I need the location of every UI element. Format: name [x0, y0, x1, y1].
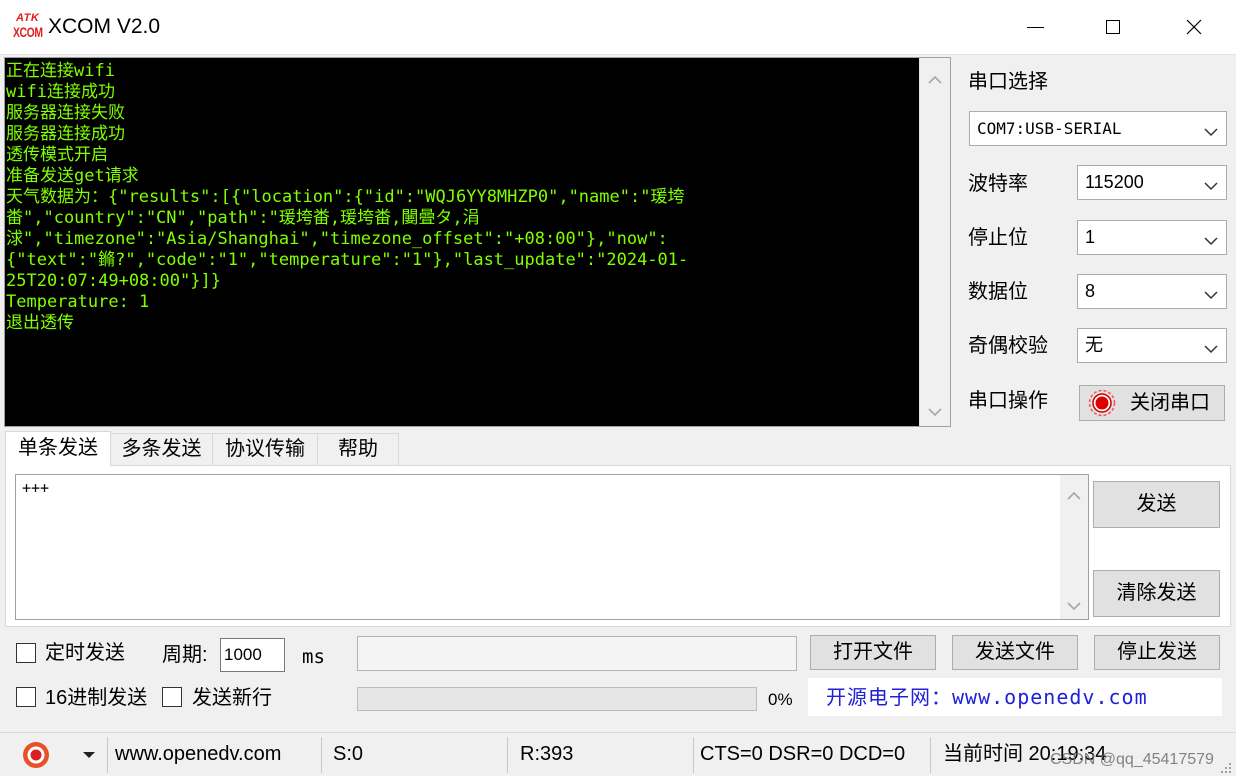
scroll-down-icon[interactable] [1067, 598, 1081, 611]
file-path-field[interactable] [357, 636, 797, 671]
maximize-icon [1106, 20, 1120, 34]
minimize-button[interactable] [1000, 0, 1070, 54]
stop-bits-label: 停止位 [968, 227, 1028, 249]
website-banner-text: 开源电子网：www.openedv.com [826, 685, 1148, 709]
status-url[interactable]: www.openedv.com [115, 742, 281, 766]
sent-count: S:0 [333, 743, 364, 765]
tab-single-send[interactable]: 单条发送 [5, 431, 111, 466]
clear-send-button[interactable]: 清除发送 [1093, 570, 1220, 617]
open-file-button[interactable]: 打开文件 [810, 635, 936, 670]
port-status-led-icon [1088, 389, 1116, 417]
data-bits-select[interactable]: 8 [1077, 274, 1227, 309]
received-count: R:393 [520, 743, 574, 765]
new-line-checkbox[interactable] [162, 687, 182, 707]
receive-line: 浗","timezone":"Asia/Shanghai","timezone_… [6, 229, 668, 249]
tab-protocol[interactable]: 协议传输 [212, 433, 318, 465]
modem-signals: CTS=0 DSR=0 DCD=0 [700, 743, 906, 765]
receive-line: 25T20:07:49+08:00"}]} [6, 271, 221, 291]
xcom-status-icon[interactable] [22, 741, 50, 769]
receive-scrollbar[interactable] [919, 58, 950, 426]
period-unit: ms [302, 646, 325, 668]
send-file-button[interactable]: 发送文件 [952, 635, 1078, 670]
stop-send-button[interactable]: 停止发送 [1094, 635, 1220, 670]
baud-rate-label: 波特率 [968, 173, 1028, 195]
website-banner[interactable]: 开源电子网：www.openedv.com [808, 678, 1222, 716]
send-button[interactable]: 发送 [1093, 481, 1220, 528]
receive-line: 正在连接wifi [6, 61, 115, 81]
receive-line: 透传模式开启 [6, 145, 108, 165]
send-textarea[interactable]: +++ [16, 475, 1060, 619]
receive-line: 服务器连接失败 [6, 103, 125, 123]
send-progress-bar [357, 687, 757, 711]
stop-bits-select[interactable]: 1 [1077, 220, 1227, 255]
period-label: 周期: [162, 644, 208, 666]
single-send-panel: +++ 发送 清除发送 [5, 465, 1231, 627]
tab-help[interactable]: 帮助 [317, 433, 399, 465]
data-bits-value: 8 [1085, 281, 1096, 301]
port-operation-label: 串口操作 [968, 390, 1048, 412]
parity-label: 奇偶校验 [968, 335, 1048, 357]
receive-line: 畨","country":"CN","path":"瑗垮畨,瑗垮畨,闄曡タ,涓 [6, 208, 480, 228]
status-bar: www.openedv.com S:0 R:393 CTS=0 DSR=0 DC… [0, 732, 1236, 776]
app-logo: ATK XCOM [13, 12, 47, 42]
receive-panel: 正在连接wifi wifi连接成功 服务器连接失败 服务器连接成功 透传模式开启… [4, 57, 951, 427]
chevron-down-icon [1204, 287, 1218, 300]
scroll-up-icon[interactable] [928, 71, 942, 84]
status-separator [507, 737, 508, 773]
send-scrollbar[interactable] [1060, 475, 1088, 619]
close-icon [1186, 19, 1202, 35]
scroll-up-icon[interactable] [1067, 487, 1081, 500]
send-text-box: +++ [15, 474, 1089, 620]
progress-percent: 0% [768, 690, 793, 709]
tab-multi-send[interactable]: 多条发送 [110, 433, 213, 465]
status-separator [930, 737, 931, 773]
receive-line: wifi连接成功 [6, 82, 115, 102]
receive-text-area[interactable]: 正在连接wifi wifi连接成功 服务器连接失败 服务器连接成功 透传模式开启… [5, 58, 919, 426]
resize-grip-icon[interactable] [1220, 761, 1232, 773]
receive-line: {"text":"鏅?","code":"1","temperature":"1… [6, 250, 689, 270]
status-separator [321, 737, 322, 773]
hex-send-label[interactable]: 16进制发送 [45, 686, 147, 710]
stop-bits-value: 1 [1085, 227, 1096, 247]
timed-send-checkbox[interactable] [16, 643, 36, 663]
baud-rate-value: 115200 [1085, 172, 1144, 192]
scroll-down-icon[interactable] [928, 404, 942, 417]
receive-line: Temperature: 1 [6, 292, 150, 312]
receive-line: 退出透传 [6, 313, 74, 333]
port-select-value: COM7:USB-SERIAL [977, 119, 1122, 138]
status-separator [107, 737, 108, 773]
close-button[interactable] [1158, 0, 1236, 54]
maximize-button[interactable] [1078, 0, 1148, 54]
parity-value: 无 [1085, 335, 1103, 355]
receive-line: 服务器连接成功 [6, 124, 125, 144]
receive-line: 准备发送get请求 [6, 166, 139, 186]
close-port-button[interactable]: 关闭串口 [1079, 385, 1225, 421]
timed-send-label[interactable]: 定时发送 [45, 641, 125, 665]
minimize-icon [1027, 27, 1044, 28]
data-bits-label: 数据位 [968, 281, 1028, 303]
logo-bottom-text: XCOM [13, 24, 43, 40]
parity-select[interactable]: 无 [1077, 328, 1227, 363]
chevron-down-icon [1204, 124, 1218, 137]
logo-top-text: ATK [16, 12, 40, 24]
title-bar[interactable]: ATK XCOM XCOM V2.0 [0, 0, 1236, 55]
port-select[interactable]: COM7:USB-SERIAL [969, 111, 1227, 146]
xcom-window: ATK XCOM XCOM V2.0 正在连接wifi wifi连接成功 服务器… [0, 0, 1236, 776]
receive-line: 天气数据为：{"results":[{"location":{"id":"WQJ… [6, 187, 685, 207]
close-port-label: 关闭串口 [1130, 392, 1210, 414]
new-line-label[interactable]: 发送新行 [192, 686, 272, 710]
hex-send-checkbox[interactable] [16, 687, 36, 707]
window-title: XCOM V2.0 [48, 15, 161, 38]
watermark-text: CSDN @qq_45417579 [1050, 751, 1214, 768]
status-separator [693, 737, 694, 773]
port-select-label: 串口选择 [968, 71, 1048, 93]
period-input[interactable] [220, 638, 285, 672]
dropdown-arrow-icon[interactable] [83, 752, 95, 758]
chevron-down-icon [1204, 178, 1218, 191]
baud-rate-select[interactable]: 115200 [1077, 165, 1227, 200]
chevron-down-icon [1204, 341, 1218, 354]
chevron-down-icon [1204, 233, 1218, 246]
